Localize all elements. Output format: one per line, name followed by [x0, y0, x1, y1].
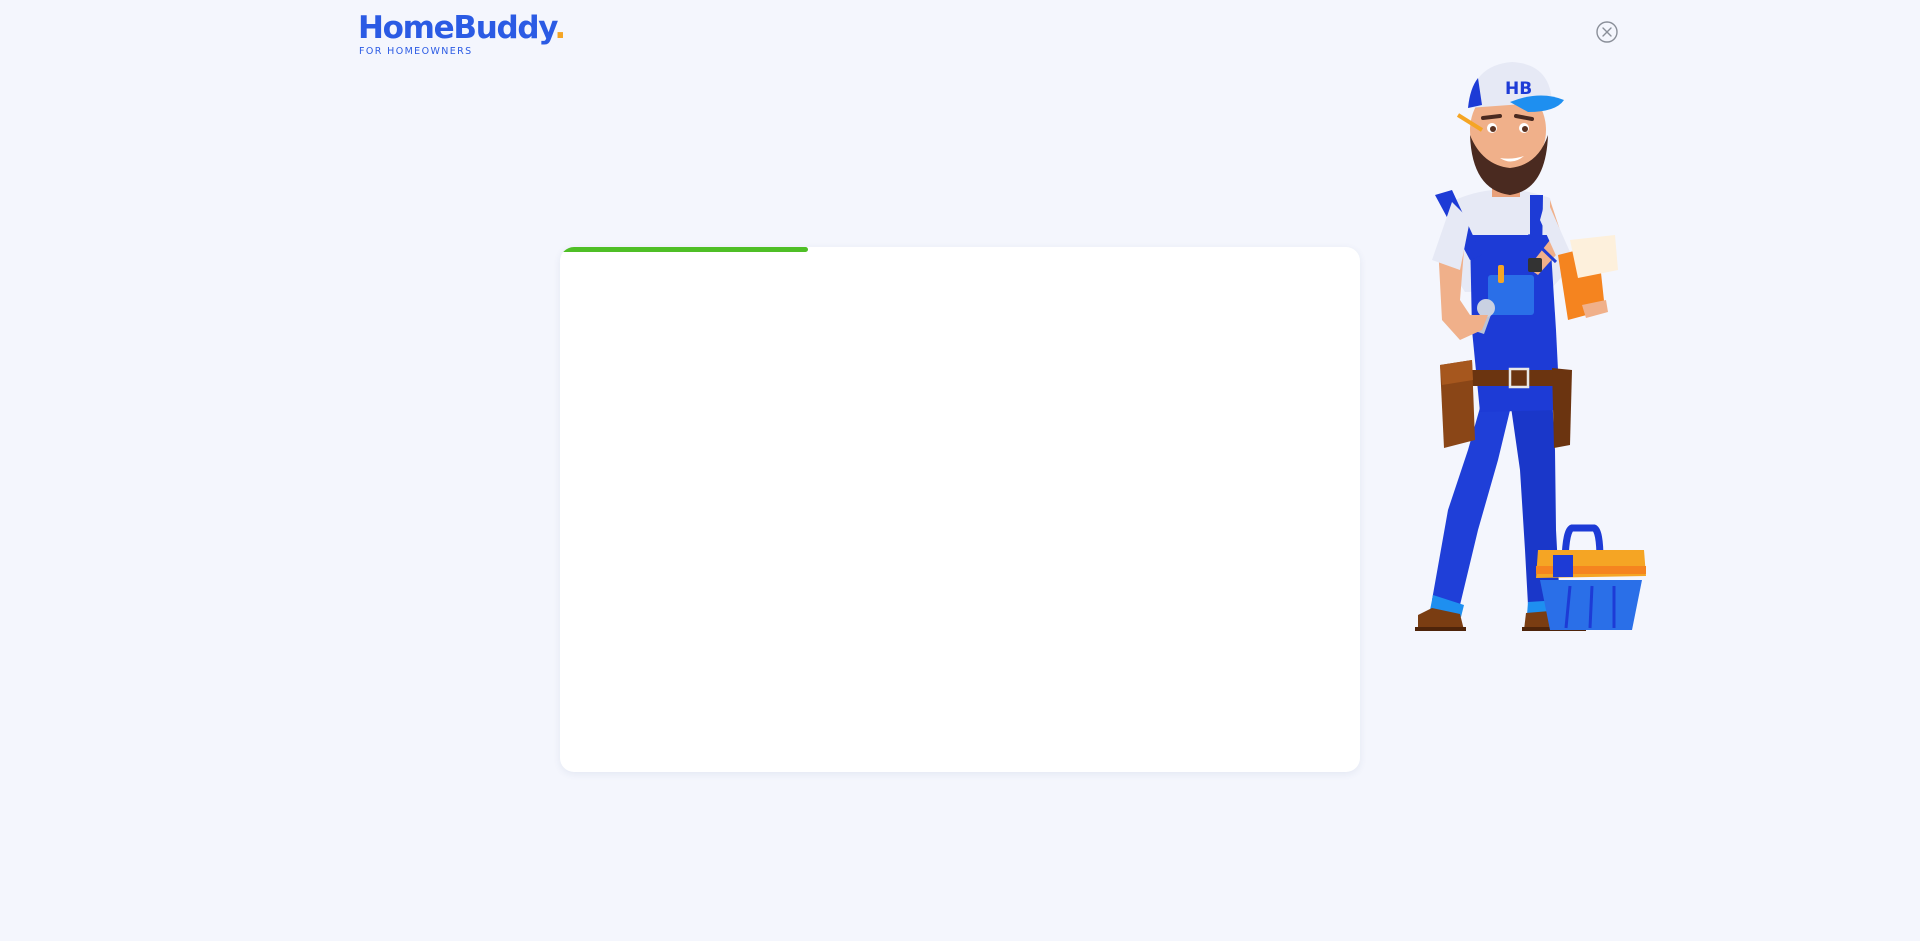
progress-bar-fill	[560, 247, 808, 252]
form-card	[560, 247, 1360, 772]
page: HomeBuddy. FOR HOMEOWNERS HB	[0, 0, 1920, 941]
progress-bar	[560, 247, 1360, 252]
homebuddy-logo[interactable]: HomeBuddy. FOR HOMEOWNERS	[358, 10, 566, 58]
logo-wordmark: HomeBuddy.	[358, 10, 566, 46]
logo-name: HomeBuddy	[358, 10, 556, 46]
handyman-mascot-illustration: HB	[1415, 62, 1646, 631]
logo-tagline: FOR HOMEOWNERS	[359, 46, 473, 57]
cap-text: HB	[1505, 79, 1532, 99]
logo-dot: .	[554, 10, 566, 46]
